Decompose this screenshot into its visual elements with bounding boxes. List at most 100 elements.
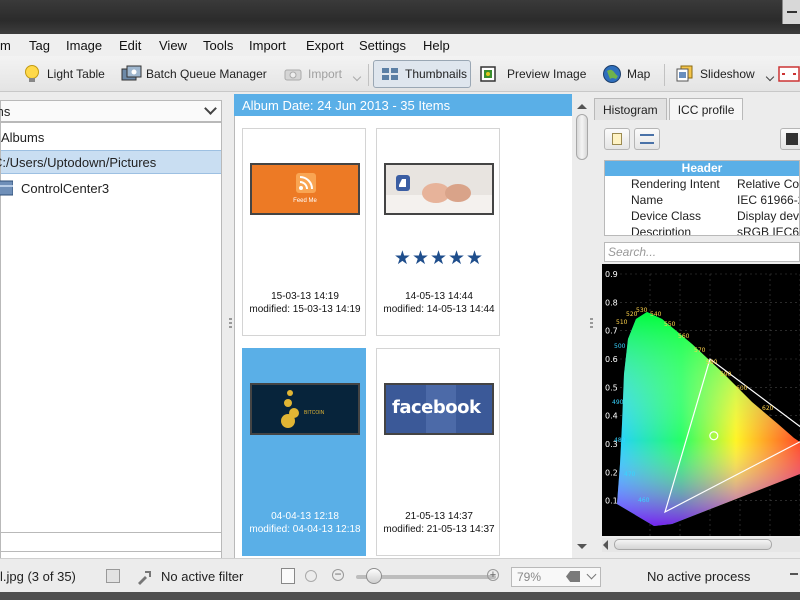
minimize-button[interactable] — [782, 0, 800, 24]
partial-icon — [0, 64, 4, 84]
batch-queue-icon — [121, 64, 142, 84]
y-tick-label: 0.9 — [605, 270, 618, 279]
thumbnail-caption: facebook — [392, 397, 481, 418]
properties-search-input[interactable]: Search... — [604, 242, 800, 262]
y-tick-label: 0.2 — [605, 468, 618, 477]
cie-gamut-chart: 0.9 0.8 0.7 0.6 0.5 0.4 0.3 0.2 0.1 520 530 510 540… — [602, 264, 800, 536]
zoom-level-combo[interactable]: 79% — [511, 567, 601, 587]
scroll-up-icon[interactable] — [577, 104, 587, 109]
thumbnail-caption: BITCOIN — [304, 410, 325, 416]
fullscreen-button[interactable] — [778, 60, 800, 88]
process-status-label: No active process — [647, 569, 751, 584]
tab-icc-profile[interactable]: ICC profile — [668, 98, 744, 120]
tree-item-controlcenter3[interactable]: ControlCenter3 — [0, 176, 221, 200]
import-dropdown-icon[interactable] — [352, 72, 362, 82]
scrollbar-thumb[interactable] — [576, 114, 588, 160]
zoom-in-icon[interactable]: + — [487, 569, 499, 581]
tab-histogram[interactable]: Histogram — [594, 98, 667, 120]
thumbnail-image: Feed Me — [250, 163, 360, 215]
batch-queue-button[interactable]: Batch Queue Manager — [121, 60, 267, 88]
profile-info-button[interactable] — [634, 128, 660, 150]
thumbnail-card[interactable]: ★★★★★ 14-05-13 14:44 modified: 14-05-13 … — [376, 128, 500, 336]
tree-item-pictures[interactable]: C:/Users/Uptodown/Pictures — [0, 150, 221, 174]
thumbnail-card[interactable]: facebook 21-05-13 14:37 modified: 21-05-… — [376, 348, 500, 556]
toolbar-separator — [368, 64, 369, 86]
menu-edit[interactable]: Edit — [119, 38, 141, 53]
thumbnail-card-selected[interactable]: BITCOIN 04-04-13 12:18 modified: 04-04-1… — [242, 348, 366, 556]
wavelength-label: 460 — [638, 497, 650, 504]
clear-icon[interactable] — [566, 571, 580, 582]
scrollbar-thumb[interactable] — [614, 539, 772, 550]
wavelength-label: 550 — [664, 321, 676, 328]
y-axis-ticks: 0.90.80.70.60.50.40.30.20.1 — [605, 270, 618, 506]
filter-icon[interactable] — [136, 569, 152, 585]
menu-album[interactable]: m — [0, 38, 11, 53]
scroll-down-icon[interactable] — [577, 544, 587, 549]
window-titlebar — [0, 0, 800, 34]
chevron-down-icon[interactable] — [586, 569, 597, 580]
zoom-out-icon[interactable]: − — [332, 568, 344, 581]
save-icon — [786, 133, 798, 145]
menu-export[interactable]: Export — [306, 38, 344, 53]
slideshow-icon — [675, 64, 695, 84]
menu-help[interactable]: Help — [423, 38, 450, 53]
wavelength-label: 540 — [650, 311, 662, 318]
rss-icon — [252, 165, 358, 213]
wavelength-label: 480 — [614, 437, 626, 444]
window-bottom-edge — [0, 592, 800, 600]
menu-tag[interactable]: Tag — [29, 38, 50, 53]
wavelength-label: 490 — [612, 399, 624, 406]
zoom-level-value: 79% — [517, 570, 542, 584]
y-tick-label: 0.7 — [605, 327, 618, 336]
photo-feet-image — [386, 165, 492, 213]
y-tick-label: 0.4 — [605, 412, 618, 421]
thumbnails-button[interactable]: Thumbnails — [373, 60, 471, 88]
splitter-handle[interactable] — [590, 318, 593, 328]
thumbnail-image — [384, 163, 494, 215]
tree-item-label: C:/Users/Uptodown/Pictures — [0, 154, 157, 170]
import-label: Import — [308, 67, 343, 81]
y-tick-label: 0.8 — [605, 298, 618, 307]
menu-settings[interactable]: Settings — [359, 38, 406, 53]
preview-image-label: Preview Image — [507, 67, 587, 81]
menu-import[interactable]: Import — [249, 38, 286, 53]
thumbnail-card[interactable]: Feed Me 15-03-13 14:19 modified: 15-03-1… — [242, 128, 366, 336]
crop-icon[interactable] — [281, 568, 295, 584]
chevron-down-icon[interactable] — [204, 102, 217, 115]
albums-view-combo[interactable]: ms — [0, 100, 222, 122]
menu-view[interactable]: View — [159, 38, 187, 53]
menu-image[interactable]: Image — [66, 38, 102, 53]
chart-horizontal-scrollbar[interactable] — [602, 538, 800, 552]
light-table-button[interactable]: Light Table — [22, 60, 105, 88]
thumbnail-scrollbar[interactable] — [574, 104, 590, 558]
map-button[interactable]: Map — [602, 60, 650, 88]
zoom-fit-icon[interactable] — [305, 570, 317, 582]
toolbar-cut-icon[interactable] — [0, 60, 9, 88]
toolbar-separator — [664, 64, 665, 86]
open-profile-button[interactable] — [604, 128, 630, 150]
splitter-handle[interactable] — [229, 318, 232, 328]
import-button[interactable]: Import — [283, 60, 362, 88]
tree-item-albums[interactable]: Albums — [1, 125, 221, 149]
preview-image-button[interactable]: Preview Image — [478, 60, 586, 88]
wavelength-label: 620 — [762, 405, 774, 412]
wavelength-label: 470 — [624, 471, 636, 478]
clipboard-icon[interactable] — [106, 569, 120, 583]
slideshow-dropdown-icon[interactable] — [765, 72, 774, 82]
slideshow-button[interactable]: Slideshow — [675, 60, 774, 88]
album-tree: Albums C:/Users/Uptodown/Pictures Contro… — [0, 122, 222, 600]
scroll-left-icon[interactable] — [603, 540, 608, 550]
thumbnail-view: Album Date: 24 Jun 2013 - 35 Items Feed … — [234, 94, 590, 558]
tree-item-label: Albums — [1, 129, 45, 145]
zoom-slider-handle[interactable] — [366, 568, 382, 584]
property-value: Display dev — [737, 209, 800, 223]
menu-tools[interactable]: Tools — [203, 38, 233, 53]
main-toolbar: Light Table Batch Queue Manager Import T… — [0, 56, 800, 92]
progress-menu-icon[interactable] — [790, 573, 798, 575]
main-area: ms Albums C:/Users/Uptodown/Pictures Con… — [0, 92, 800, 600]
thumbnail-date: 15-03-13 14:19 — [271, 291, 339, 302]
rating-stars[interactable]: ★★★★★ — [377, 247, 501, 270]
left-filter-input[interactable] — [0, 532, 222, 552]
thumbnail-grid: Feed Me 15-03-13 14:19 modified: 15-03-1… — [234, 116, 572, 558]
save-profile-button[interactable] — [780, 128, 800, 150]
